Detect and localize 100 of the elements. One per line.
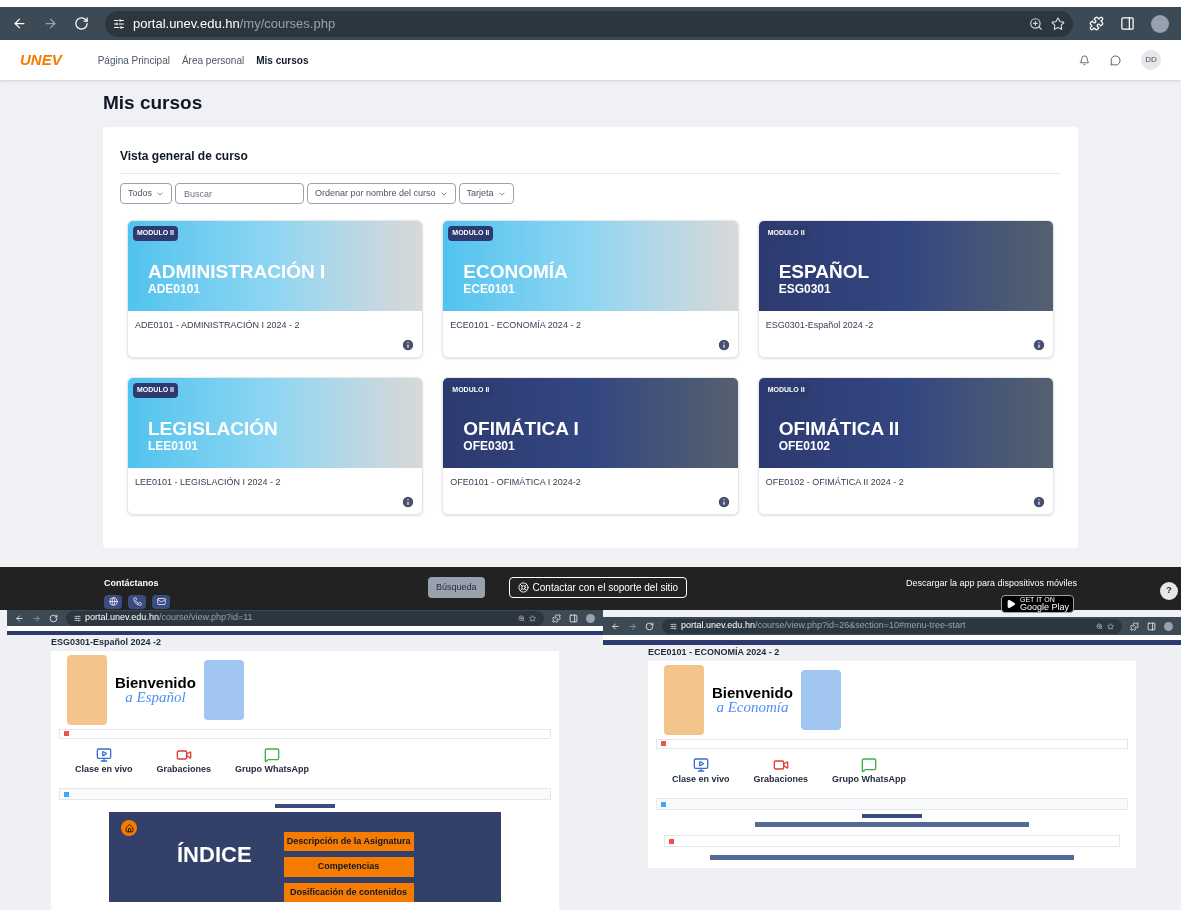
course-name[interactable]: ESG0301-Español 2024 -2 — [765, 319, 1046, 333]
search-button[interactable]: Búsqueda — [428, 577, 485, 598]
address-bar[interactable]: portal.unev.edu.hn/course/view.php?id=11 — [66, 610, 544, 626]
info-icon[interactable] — [1032, 495, 1046, 509]
address-bar[interactable]: portal.unev.edu.hn/course/view.php?id=26&section=10#menu-tree-start — [662, 618, 1122, 634]
contact-web-button[interactable] — [104, 594, 122, 609]
profile-avatar[interactable] — [1151, 14, 1169, 33]
notifications-icon[interactable] — [1079, 54, 1090, 66]
search-field[interactable]: Buscar — [175, 183, 305, 204]
chat-icon — [861, 756, 878, 773]
illustration-placeholder — [67, 654, 107, 725]
banner-code: OFE0301 — [463, 440, 516, 452]
filter-dropdown[interactable]: Todos — [120, 183, 173, 204]
globe-icon — [108, 597, 118, 606]
shortcut-link[interactable]: Clase en vivo — [75, 746, 133, 776]
shortcut-link[interactable]: Grupo WhatsApp — [235, 746, 310, 776]
contact-phone-button[interactable] — [128, 594, 146, 609]
index-button[interactable]: Dosificación de contenidos — [283, 882, 414, 902]
support-button[interactable]: Contactar con el soporte del sitio — [508, 577, 688, 598]
bookmark-star-icon[interactable] — [1051, 16, 1065, 31]
home-icon[interactable] — [124, 823, 134, 833]
banner-code: LEE0101 — [148, 440, 200, 452]
page-title: Mis cursos — [103, 91, 204, 116]
shortcut-link[interactable]: Grupo WhatsApp — [832, 756, 907, 786]
course-name[interactable]: ADE0101 - ADMINISTRACIÓN I 2024 - 2 — [135, 319, 416, 333]
forward-icon[interactable] — [32, 613, 41, 623]
info-icon[interactable] — [716, 338, 731, 352]
index-button[interactable]: Competencias — [283, 857, 414, 877]
play-icon — [1005, 598, 1016, 609]
subject-name: a Español — [125, 689, 186, 705]
messages-icon[interactable] — [1110, 54, 1121, 66]
section-title: Vista general de curso — [120, 147, 1061, 174]
extensions-icon[interactable] — [1089, 16, 1104, 31]
side-panel-icon[interactable] — [1147, 621, 1156, 631]
shortcut-link[interactable]: Grabaciones — [156, 746, 212, 776]
forward-icon[interactable] — [628, 621, 637, 631]
shortcut-link[interactable]: Clase en vivo — [672, 756, 730, 786]
tab-strip — [862, 814, 922, 818]
nav-link[interactable]: Área personal — [181, 52, 245, 68]
reload-icon[interactable] — [645, 621, 654, 631]
banner-title: OFIMÁTICA I — [463, 419, 580, 438]
nav-link[interactable]: Mis cursos — [256, 52, 309, 68]
info-icon[interactable] — [401, 495, 416, 509]
banner-code: ADE0101 — [148, 283, 202, 295]
back-icon[interactable] — [611, 621, 620, 631]
course-name[interactable]: LEE0101 - LEGISLACIÓN I 2024 - 2 — [135, 476, 416, 490]
banner-title: ECONOMÍA — [463, 262, 569, 281]
welcome-title: Bienvenido — [712, 684, 793, 700]
lifebuoy-icon — [517, 582, 529, 593]
url-text: portal.unev.edu.hn/course/view.php?id=26&section=10#menu-tree-start — [681, 619, 966, 633]
banner-title: OFIMÁTICA II — [778, 419, 901, 438]
zoom-icon[interactable] — [518, 614, 525, 622]
course-name[interactable]: OFE0102 - OFIMÁTICA II 2024 - 2 — [765, 476, 1046, 490]
contact-email-button[interactable] — [152, 594, 170, 609]
user-avatar[interactable]: DD — [1141, 50, 1161, 70]
forward-icon[interactable] — [43, 16, 58, 31]
banner-code: OFE0102 — [778, 440, 832, 452]
back-icon[interactable] — [12, 16, 27, 31]
info-icon[interactable] — [401, 338, 416, 352]
phone-icon[interactable] — [132, 597, 142, 606]
profile-avatar[interactable] — [586, 613, 595, 623]
extensions-icon[interactable] — [1130, 621, 1139, 631]
info-icon[interactable] — [716, 495, 731, 509]
tab-strip — [275, 804, 335, 808]
info-icon[interactable] — [1032, 338, 1046, 352]
chat-icon — [264, 746, 281, 763]
back-icon[interactable] — [15, 613, 24, 623]
extensions-icon[interactable] — [552, 613, 561, 623]
site-settings-icon[interactable] — [74, 614, 81, 622]
side-panel-icon[interactable] — [569, 613, 578, 623]
monitor-icon — [692, 756, 709, 773]
site-settings-icon[interactable] — [670, 622, 677, 630]
banner-code: ECE0101 — [463, 283, 516, 295]
bookmark-star-icon[interactable] — [1107, 622, 1114, 630]
profile-avatar[interactable] — [1164, 621, 1173, 631]
course-name[interactable]: ECE0101 - ECONOMÍA 2024 - 2 — [450, 319, 731, 333]
course-name[interactable]: OFE0101 - OFIMÁTICA I 2024-2 — [450, 476, 731, 490]
index-button[interactable]: Descripción de la Asignatura — [283, 832, 414, 852]
nav-link[interactable]: Página Principal — [97, 52, 170, 68]
site-settings-icon[interactable] — [113, 17, 125, 30]
illustration-placeholder — [800, 669, 841, 730]
shortcut-link[interactable]: Grabaciones — [753, 756, 809, 786]
app-download-heading: Descargar la app para dispositivos móviles — [905, 577, 1077, 590]
course-heading: ECE0101 - ECONOMÍA 2024 - 2 — [648, 646, 781, 659]
banner-title: ESPAÑOL — [778, 262, 871, 281]
side-panel-icon[interactable] — [1120, 16, 1135, 31]
zoom-icon[interactable] — [1096, 622, 1103, 630]
footer-heading: Contáctanos — [104, 577, 160, 590]
reload-icon[interactable] — [74, 16, 89, 31]
reload-icon[interactable] — [49, 613, 58, 623]
filter-dropdown[interactable]: Tarjeta — [458, 183, 514, 204]
zoom-icon[interactable] — [1029, 16, 1043, 31]
bookmark-star-icon[interactable] — [529, 614, 536, 622]
subject-name: a Economía — [716, 699, 789, 715]
filter-dropdown[interactable]: Ordenar por nombre del curso — [307, 183, 456, 204]
address-bar[interactable]: portal.unev.edu.hn/my/courses.php — [105, 10, 1073, 37]
banner-title: ADMINISTRACIÓN I — [148, 262, 327, 281]
help-button[interactable]: ? — [1160, 582, 1178, 600]
illustration-placeholder — [203, 659, 244, 720]
url-text: portal.unev.edu.hn/my/courses.php — [133, 14, 336, 33]
